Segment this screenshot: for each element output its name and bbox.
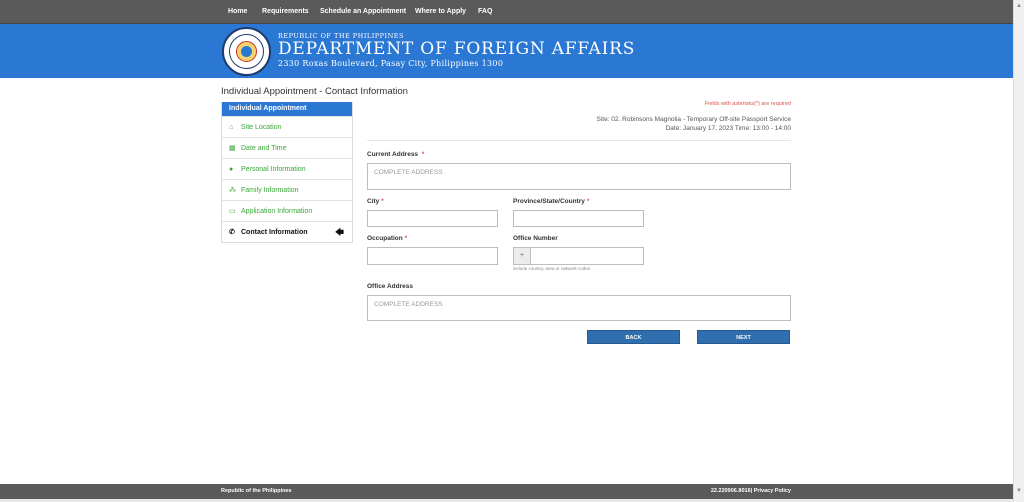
sidebar-item-label: Application Information — [241, 208, 313, 215]
sidebar-item-site-location[interactable]: ⌂ Site Location — [222, 116, 352, 137]
person-icon: ● — [229, 166, 234, 173]
users-icon: ⁂ — [229, 187, 236, 194]
divider — [367, 140, 791, 141]
sidebar-item-family-information[interactable]: ⁂ Family Information — [222, 179, 352, 200]
current-address-placeholder: COMPLETE ADDRESS — [374, 169, 443, 176]
sidebar-item-personal-information[interactable]: ● Personal Information — [222, 158, 352, 179]
nav-home[interactable]: Home — [228, 0, 247, 24]
seal-emblem — [236, 41, 257, 62]
city-label: City * — [367, 198, 384, 205]
sidebar-item-application-information[interactable]: ▭ Application Information — [222, 200, 352, 221]
occupation-label-text: Occupation — [367, 235, 403, 242]
nav-faq[interactable]: FAQ — [478, 0, 492, 24]
sidebar-item-label: Contact Information — [241, 229, 308, 236]
sidebar-item-label: Family Information — [241, 187, 299, 194]
office-address-textarea[interactable]: COMPLETE ADDRESS — [367, 295, 791, 321]
sidebar-header: Individual Appointment — [222, 102, 352, 116]
header-banner: REPUBLIC OF THE PHILIPPINES DEPARTMENT O… — [0, 24, 1013, 78]
next-button[interactable]: NEXT — [697, 330, 790, 344]
required-asterisk: * — [586, 198, 590, 205]
home-icon: ⌂ — [229, 124, 234, 131]
current-address-label: Current Address * — [367, 151, 424, 158]
appointment-date-time: Date: January 17, 2023 Time: 13:00 - 14:… — [665, 125, 791, 132]
city-label-text: City — [367, 198, 380, 205]
required-asterisk: * — [421, 151, 425, 158]
arrow-left-icon: 🡄 — [334, 227, 344, 237]
department-title: DEPARTMENT OF FOREIGN AFFAIRS — [278, 39, 636, 59]
sidebar-item-contact-information[interactable]: ✆ Contact Information 🡄 — [222, 221, 352, 242]
occupation-label: Occupation * — [367, 235, 407, 242]
office-address-placeholder: COMPLETE ADDRESS — [374, 301, 443, 308]
page-scrollbar[interactable]: ▲ ▼ — [1013, 0, 1024, 502]
scroll-down-icon[interactable]: ▼ — [1016, 488, 1022, 494]
required-asterisk: * — [381, 198, 384, 205]
current-address-label-text: Current Address — [367, 151, 419, 158]
sidebar-item-label: Site Location — [241, 124, 282, 131]
back-button[interactable]: BACK — [587, 330, 680, 344]
required-asterisk: * — [404, 235, 408, 242]
required-fields-note: Fields with asterisks(*) are required — [704, 101, 791, 107]
nav-schedule-appointment[interactable]: Schedule an Appointment — [320, 0, 406, 24]
city-input[interactable] — [367, 210, 498, 227]
scroll-up-icon[interactable]: ▲ — [1016, 3, 1022, 9]
dfa-seal-logo — [222, 27, 271, 76]
phone-icon: ✆ — [229, 229, 235, 236]
appointment-site: Site: 02. Robinsons Magnolia - Temporary… — [596, 116, 792, 123]
nav-where-to-apply[interactable]: Where to Apply — [415, 0, 466, 24]
province-label-text: Province/State/Country — [513, 198, 585, 205]
appointment-steps-sidebar: Individual Appointment ⌂ Site Location ▦ D… — [221, 102, 353, 243]
nav-requirements[interactable]: Requirements — [262, 0, 309, 24]
top-nav: Home Requirements Schedule an Appointmen… — [0, 0, 1013, 24]
current-address-textarea[interactable]: COMPLETE ADDRESS — [367, 163, 791, 190]
page-title: Individual Appointment - Contact Informa… — [221, 86, 408, 97]
footer-republic: Republic of the Philippines — [221, 488, 292, 494]
sidebar-item-date-and-time[interactable]: ▦ Date and Time — [222, 137, 352, 158]
department-address: 2330 Roxas Boulevard, Pasay City, Philip… — [278, 59, 504, 68]
plus-prefix-addon: + — [514, 248, 531, 264]
occupation-input[interactable] — [367, 247, 498, 265]
province-input[interactable] — [513, 210, 644, 227]
sidebar-item-label: Date and Time — [241, 145, 287, 152]
card-icon: ▭ — [229, 208, 236, 215]
sidebar-item-label: Personal Information — [241, 166, 306, 173]
office-number-input[interactable]: + — [513, 247, 644, 265]
province-label: Province/State/Country * — [513, 198, 589, 205]
footer: Republic of the Philippines 22.220906.80… — [0, 484, 1013, 499]
footer-version-privacy-link[interactable]: 22.220906.8016| Privacy Policy — [640, 488, 791, 494]
office-number-label: Office Number — [513, 235, 558, 242]
calendar-icon: ▦ — [229, 145, 236, 152]
office-number-hint: include country, area or network codes — [513, 266, 590, 271]
office-address-label: Office Address — [367, 283, 413, 290]
